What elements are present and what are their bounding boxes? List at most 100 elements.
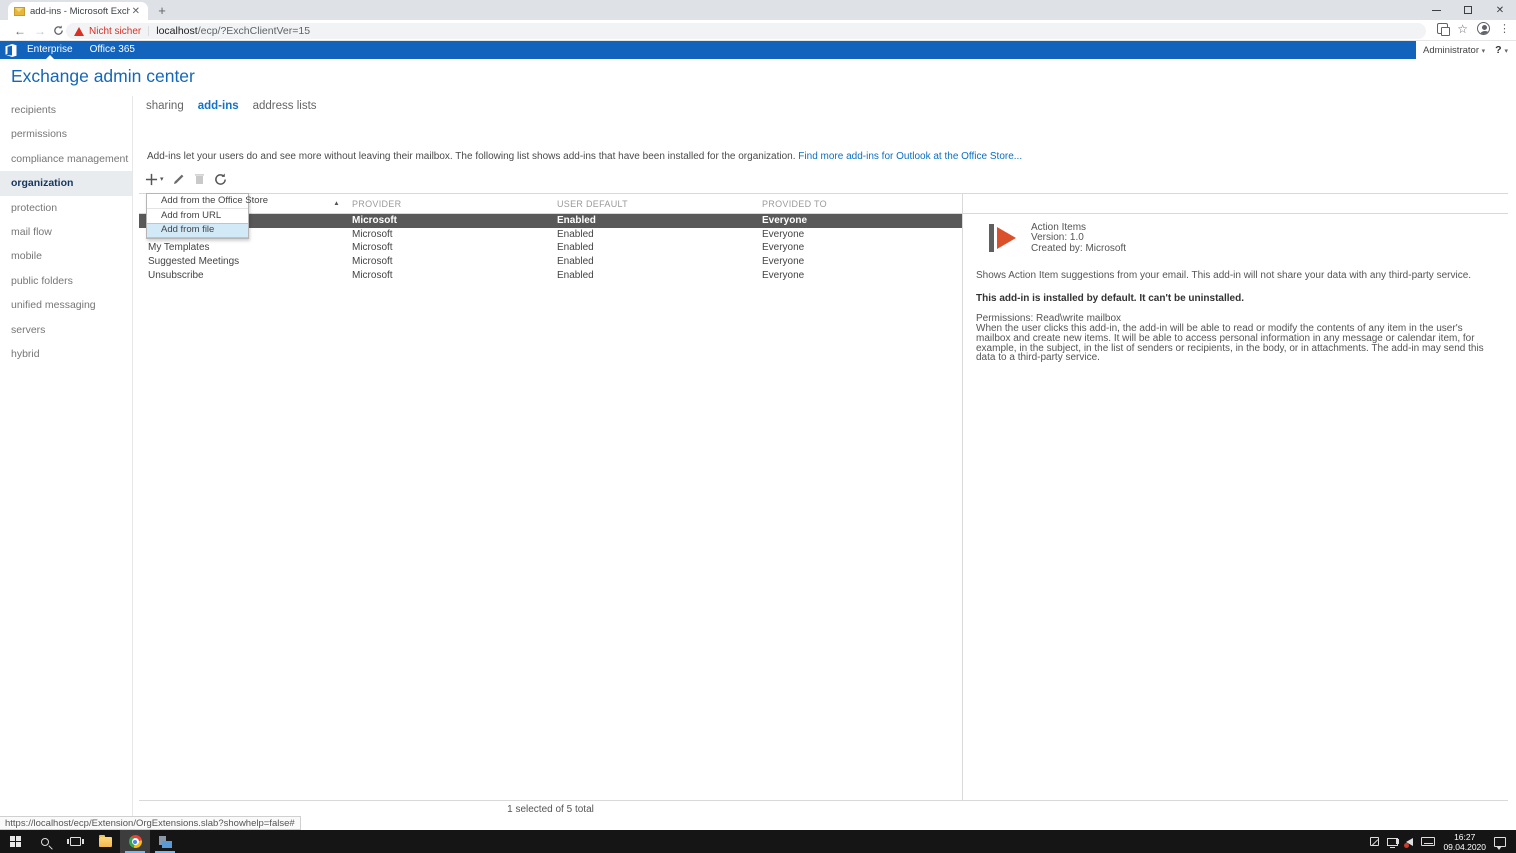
browser-menu-icon[interactable]: ⋮ [1499, 22, 1510, 35]
status-bar-url: https://localhost/ecp/Extension/OrgExten… [0, 816, 301, 830]
exchange-toolbox-taskbar-button[interactable] [150, 830, 180, 853]
add-caret-icon: ▾ [160, 175, 164, 183]
browser-tab-title: add-ins - Microsoft Exchange [30, 6, 130, 17]
file-explorer-button[interactable] [90, 830, 120, 853]
window-restore-button[interactable] [1452, 0, 1484, 20]
column-header-provider[interactable]: PROVIDER [352, 199, 557, 209]
table-cell: Enabled [557, 215, 762, 226]
window-minimize-button[interactable] [1420, 0, 1452, 20]
selection-count: 1 selected of 5 total [139, 804, 962, 815]
sidebar-item-protection[interactable]: protection [0, 196, 132, 220]
sidebar-nav: recipientspermissionscompliance manageme… [0, 96, 133, 820]
window-close-button[interactable]: ✕ [1484, 0, 1516, 20]
table-cell: Everyone [762, 256, 962, 267]
table-cell: Unsubscribe [139, 270, 352, 281]
bookmark-star-icon[interactable]: ☆ [1457, 23, 1468, 35]
add-dropdown-menu: Add from the Office StoreAdd from URLAdd… [146, 193, 249, 239]
table-row[interactable]: Suggested MeetingsMicrosoftEnabledEveryo… [139, 255, 962, 269]
tab-add-ins[interactable]: add-ins [198, 100, 239, 112]
sidebar-item-compliance-management[interactable]: compliance management [0, 147, 132, 171]
command-bar: ▾ [145, 171, 227, 187]
addin-installed-note: This add-in is installed by default. It … [976, 294, 1498, 305]
table-row[interactable]: UnsubscribeMicrosoftEnabledEveryone [139, 268, 962, 282]
suitebar-enterprise-link[interactable]: Enterprise [27, 41, 73, 59]
sidebar-item-organization[interactable]: organization [0, 171, 132, 195]
column-header-user-default[interactable]: USER DEFAULT [557, 199, 762, 209]
table-cell: Enabled [557, 256, 762, 267]
sidebar-item-mobile[interactable]: mobile [0, 244, 132, 268]
sort-ascending-icon: ▲ [333, 200, 340, 207]
table-cell: Enabled [557, 242, 762, 253]
search-button[interactable] [30, 830, 60, 853]
new-tab-button[interactable]: + [154, 3, 170, 19]
browser-tab[interactable]: add-ins - Microsoft Exchange ✕ [8, 2, 148, 20]
table-cell: Microsoft [352, 242, 557, 253]
refresh-button[interactable] [214, 173, 227, 186]
sidebar-item-recipients[interactable]: recipients [0, 98, 132, 122]
office-store-link[interactable]: Find more add-ins for Outlook at the Off… [798, 151, 1022, 162]
back-button[interactable]: ← [14, 24, 26, 38]
start-button[interactable] [0, 830, 30, 853]
touch-keyboard-icon[interactable] [1421, 837, 1435, 846]
table-row[interactable]: MicrosoftEnabledEveryone [139, 214, 962, 228]
tab-sharing[interactable]: sharing [146, 100, 184, 112]
sidebar-item-hybrid[interactable]: hybrid [0, 342, 132, 366]
edit-button[interactable] [173, 173, 185, 185]
table-cell: Everyone [762, 229, 962, 240]
menu-item-add-from-the-office-store[interactable]: Add from the Office Store [147, 194, 248, 209]
tab-close-icon[interactable]: ✕ [130, 6, 142, 17]
addin-permissions-text: When the user clicks this add-in, the ad… [976, 324, 1498, 363]
exchange-favicon-icon [14, 7, 25, 16]
sidebar-item-permissions[interactable]: permissions [0, 122, 132, 146]
not-secure-warning-icon [74, 27, 84, 36]
column-header-provided-to[interactable]: PROVIDED TO [762, 199, 962, 209]
translate-icon[interactable] [1437, 23, 1448, 34]
table-row[interactable]: My TemplatesMicrosoftEnabledEveryone [139, 241, 962, 255]
action-center-icon[interactable] [1494, 837, 1506, 847]
table-cell: Microsoft [352, 270, 557, 281]
sidebar-item-public-folders[interactable]: public folders [0, 269, 132, 293]
not-secure-label[interactable]: Nicht sicher [89, 26, 141, 37]
menu-item-add-from-url[interactable]: Add from URL [147, 209, 248, 224]
sidebar-item-unified-messaging[interactable]: unified messaging [0, 293, 132, 317]
reload-button[interactable] [53, 25, 64, 36]
taskbar-clock[interactable]: 16:2709.04.2020 [1443, 832, 1486, 852]
address-bar[interactable]: Nicht sicher localhost/ecp/?ExchClientVe… [66, 23, 1426, 39]
help-menu[interactable]: ? ▾ [1495, 44, 1508, 56]
input-indicator-icon[interactable] [1370, 837, 1379, 846]
suitebar-office365-link[interactable]: Office 365 [90, 41, 135, 59]
add-button[interactable]: ▾ [145, 173, 164, 186]
browser-profile-avatar[interactable] [1477, 22, 1490, 35]
forward-button[interactable]: → [34, 24, 46, 38]
action-items-flag-icon [989, 223, 1016, 253]
table-cell: Enabled [557, 229, 762, 240]
feature-tabs: sharing add-ins address lists [146, 100, 317, 112]
chrome-taskbar-button[interactable] [120, 830, 150, 853]
menu-item-add-from-file[interactable]: Add from file [147, 223, 248, 238]
table-cell: Suggested Meetings [139, 256, 352, 267]
task-view-button[interactable] [60, 830, 90, 853]
volume-muted-icon[interactable] [1406, 838, 1413, 846]
table-cell: My Templates [139, 242, 352, 253]
sidebar-item-mail-flow[interactable]: mail flow [0, 220, 132, 244]
table-cell: Microsoft [352, 215, 557, 226]
addin-summary: Shows Action Item suggestions from your … [976, 271, 1498, 282]
table-cell: Enabled [557, 270, 762, 281]
user-menu[interactable]: Administrator ▾ [1423, 45, 1485, 56]
table-row[interactable]: MicrosoftEnabledEveryone [139, 228, 962, 242]
url-text[interactable]: localhost/ecp/?ExchClientVer=15 [156, 25, 310, 37]
delete-button[interactable] [194, 173, 205, 185]
browser-tabstrip: add-ins - Microsoft Exchange ✕ + ✕ [0, 0, 1516, 20]
suite-bar: Enterprise Office 365 [0, 41, 1416, 59]
table-cell: Microsoft [352, 229, 557, 240]
table-cell: Everyone [762, 270, 962, 281]
details-pane: Action Items Version: 1.0 Created by: Mi… [962, 193, 1508, 800]
table-cell: Everyone [762, 215, 962, 226]
intro-text: Add-ins let your users do and see more w… [147, 151, 1247, 162]
table-cell: Microsoft [352, 256, 557, 267]
addin-created-by: Created by: Microsoft [1031, 244, 1126, 254]
sidebar-item-servers[interactable]: servers [0, 318, 132, 342]
office-logo-icon [5, 44, 17, 57]
tab-address-lists[interactable]: address lists [253, 100, 317, 112]
taskbar: 16:2709.04.2020 [0, 830, 1516, 853]
